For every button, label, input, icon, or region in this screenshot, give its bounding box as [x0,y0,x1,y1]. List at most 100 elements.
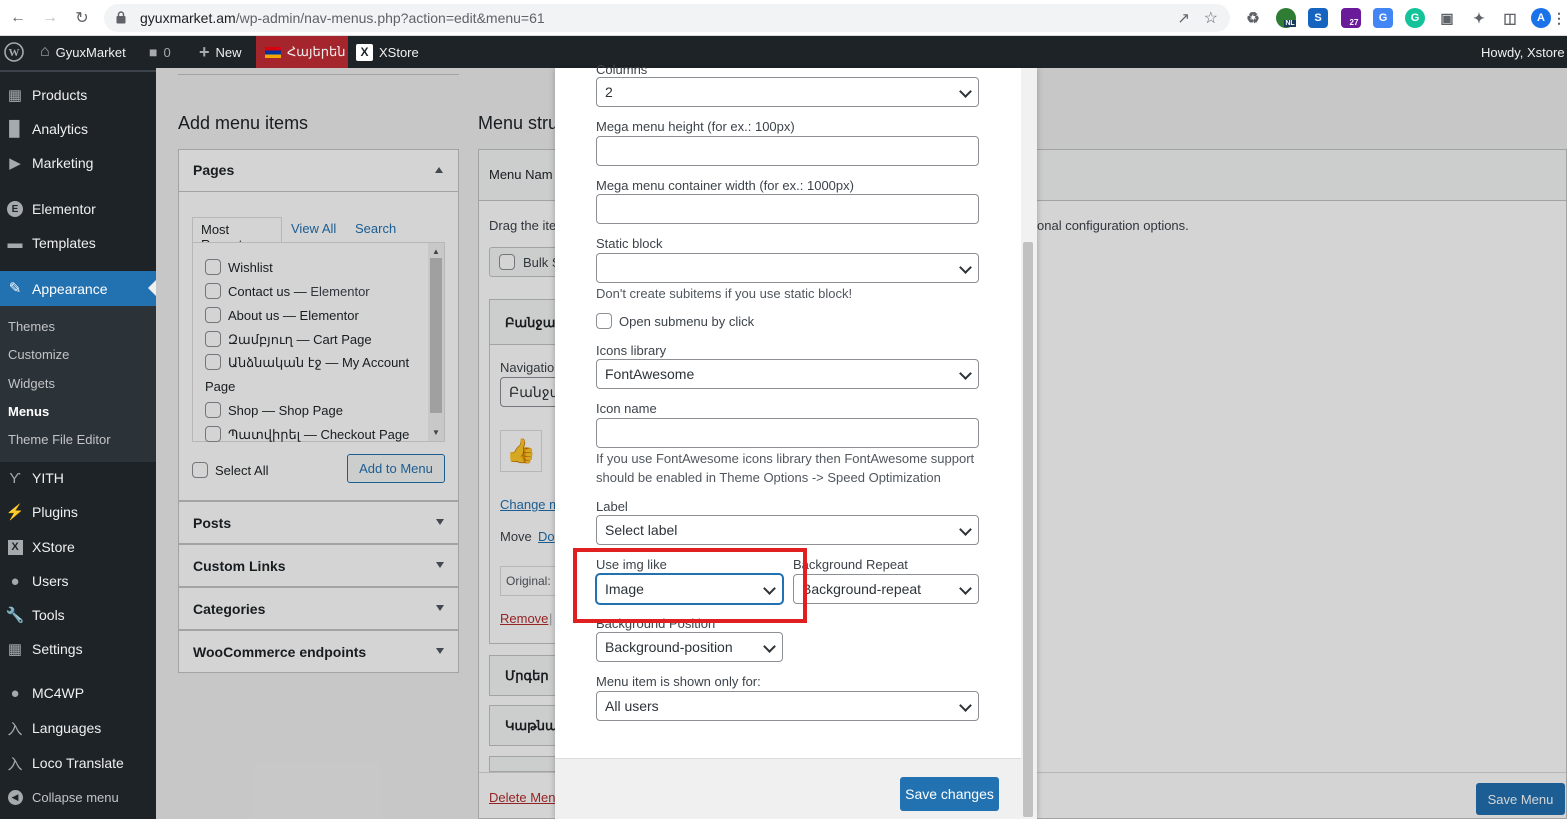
back-icon[interactable]: ← [6,6,30,30]
xstore-label: XStore [379,44,419,60]
background-repeat-select[interactable]: Background-repeat [793,574,979,604]
lock-icon [116,11,126,24]
sidebar-item-tools[interactable]: 🔧 Tools [0,598,156,632]
sidebar-label: Marketing [32,155,94,171]
submenu-themes[interactable]: Themes [8,319,55,334]
bar-chart-icon: ▉ [9,121,21,138]
url-host: gyuxmarket.am [140,10,236,26]
submenu-menus[interactable]: Menus [8,404,49,419]
bookmark-star-icon[interactable]: ☆ [1204,8,1218,28]
sidebar-label: Appearance [32,280,108,297]
yith-icon: ϒ [9,469,21,487]
translate-icon: 入 [7,720,23,738]
columns-label: Columns [596,62,648,77]
menu-edge [0,68,156,72]
address-bar[interactable]: gyuxmarket.am/wp-admin/nav-menus.php?act… [104,4,1230,32]
submenu-theme-file-editor[interactable]: Theme File Editor [8,432,111,447]
translate-ext-icon[interactable]: G [1373,8,1393,28]
sidebar-label: Analytics [32,121,89,137]
sidebar-label: Loco Translate [32,755,124,771]
menu-kebab-icon[interactable]: ⋮ [1552,8,1566,28]
wrench-icon: 🔧 [5,607,25,624]
howdy-text: Howdy, Xstore [1481,44,1565,60]
icon-hint-line2: should be enabled in Theme Options -> Sp… [596,470,941,485]
sidebar-item-products[interactable]: ▦ Products [0,78,156,112]
icon-name-input[interactable] [596,418,979,448]
columns-select[interactable]: 2 [596,77,979,107]
background-position-select[interactable]: Background-position [596,632,783,662]
browser-toolbar: ← → ↻ gyuxmarket.am/wp-admin/nav-menus.p… [0,0,1567,36]
shown-for-label: Menu item is shown only for: [596,674,761,689]
ext-s-icon[interactable]: S [1308,8,1328,28]
sidebar-label: Elementor [32,201,96,217]
graduation-icon[interactable]: 27 [1341,8,1361,28]
forward-icon[interactable]: → [38,6,62,30]
sidebar-item-xstore[interactable]: X XStore [0,530,156,564]
sidebar-label: MC4WP [32,685,85,701]
profile-initial: A [1537,12,1545,24]
open-submenu-label: Open submenu by click [619,314,755,329]
sidebar-item-appearance[interactable]: ✎ Appearance [0,271,156,306]
grammarly-icon[interactable]: G [1405,8,1425,28]
width-input[interactable] [596,194,979,224]
admin-sidebar: ▦ Products ▉ Analytics ▶ Marketing E Element… [0,68,156,819]
camera-icon[interactable]: ▣ [1437,8,1457,28]
new-content-link[interactable]: + New [199,36,242,68]
sidebar-collapse-menu[interactable]: ◀ Collapse menu [0,780,156,814]
icons-library-label: Icons library [596,343,667,358]
sidebar-item-plugins[interactable]: ⚡ Plugins [0,495,156,529]
wordpress-logo-icon[interactable]: W [4,36,24,68]
plus-icon: + [199,41,210,62]
sidebar-item-marketing[interactable]: ▶ Marketing [0,146,156,180]
sidebar-label: YITH [32,470,64,486]
sidebar-item-elementor[interactable]: E Elementor [0,192,156,226]
share-icon[interactable]: ↗ [1177,9,1190,27]
sidebar-label: XStore [32,539,75,555]
sidebar-item-settings[interactable]: ▦ Settings [0,632,156,666]
nl-badge: NL [1284,19,1296,27]
submenu-widgets[interactable]: Widgets [8,376,55,391]
sidepanel-icon[interactable]: ◫ [1500,8,1520,28]
sidebar-item-users[interactable]: ● Users [0,564,156,598]
save-changes-button[interactable]: Save changes [900,777,999,811]
sidebar-label: Templates [32,235,96,251]
menu-item-settings-modal: Columns 2 Mega menu height (for ex.: 100… [555,62,1037,819]
sidebar-item-mc4wp[interactable]: ● MC4WP [0,676,156,710]
sidebar-item-yith[interactable]: ϒ YITH [0,461,156,495]
width-label: Mega menu container width (for ex.: 1000… [596,178,854,193]
sidebar-item-languages[interactable]: 入 Languages [0,711,156,745]
modal-scroll-thumb[interactable] [1023,242,1033,817]
user-icon: ● [10,572,20,590]
height-input[interactable] [596,136,979,166]
reload-icon[interactable]: ↻ [70,6,94,30]
profile-avatar[interactable]: A [1531,8,1551,28]
url-path: /wp-admin/nav-menus.php?action=edit&menu… [235,10,545,26]
site-name-link[interactable]: ⌂ GyuxMarket [40,36,126,68]
elementor-icon: E [6,201,24,217]
collapse-icon: ◀ [6,789,24,805]
armenia-flag-icon [265,46,281,58]
submenu-customize[interactable]: Customize [8,347,69,362]
globe-icon[interactable]: NL [1276,8,1296,28]
svg-text:W: W [9,47,20,59]
sidebar-item-loco-translate[interactable]: 入 Loco Translate [0,746,156,780]
label-select[interactable]: Select label [596,515,979,545]
recycle-icon[interactable]: ♻ [1243,8,1263,28]
site-name: GyuxMarket [55,44,126,60]
sidebar-label: Plugins [32,504,78,520]
open-submenu-checkbox[interactable] [596,313,612,329]
comments-link[interactable]: ■ 0 [149,36,171,68]
sidebar-label: Settings [32,641,83,657]
icons-library-select[interactable]: FontAwesome [596,359,979,389]
puzzle-icon[interactable]: ✦ [1469,8,1489,28]
language-switcher[interactable]: Հայերեն [256,36,348,68]
sidebar-item-analytics[interactable]: ▉ Analytics [0,112,156,146]
sidebar-item-templates[interactable]: ▬ Templates [0,226,156,260]
shown-for-select[interactable]: All users [596,691,979,721]
xstore-icon: X [6,539,24,555]
megaphone-icon: ▶ [9,155,21,172]
howdy-user[interactable]: Howdy, Xstore [1481,36,1565,68]
static-block-select[interactable] [596,253,979,283]
new-label: New [215,44,242,60]
xstore-link[interactable]: X XStore [356,36,419,68]
